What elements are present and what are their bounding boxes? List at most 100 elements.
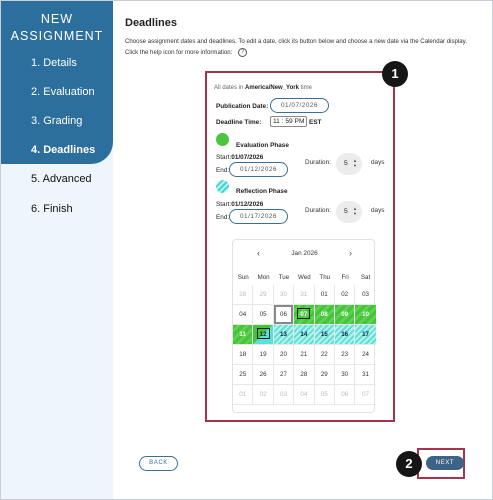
sidebar-item-advanced[interactable]: 5. Advanced xyxy=(31,173,92,185)
calendar-day[interactable]: 20 xyxy=(273,345,295,365)
help-icon[interactable]: ? xyxy=(238,47,248,57)
reflection-start-label: Start: xyxy=(216,201,232,208)
calendar-day[interactable]: 29 xyxy=(314,365,335,385)
reflection-phase-label: Reflection Phase xyxy=(236,188,288,195)
calendar-day-reflection[interactable]: 16 xyxy=(334,325,356,345)
calendar-week-row: 01 02 03 04 05 06 07 xyxy=(233,385,376,405)
reflection-duration-label: Duration: xyxy=(305,207,331,214)
back-button[interactable]: BACK xyxy=(139,456,178,471)
evaluation-end-button[interactable]: 01/12/2026 xyxy=(229,162,288,177)
chevron-right-icon[interactable]: › xyxy=(349,248,352,258)
calendar-day[interactable]: 19 xyxy=(253,345,274,365)
evaluation-days-label: days xyxy=(371,159,385,166)
calendar-week-row: 25 26 27 28 29 30 31 xyxy=(233,365,376,385)
evaluation-start-label: Start: xyxy=(216,154,232,161)
calendar-day-evaluation[interactable]: 08 xyxy=(314,305,335,325)
evaluation-duration-value[interactable]: 5 xyxy=(344,160,348,167)
weekday-label: Fri xyxy=(341,274,349,281)
calendar-day-reflection[interactable]: 17 xyxy=(355,325,376,345)
calendar-day[interactable]: 28 xyxy=(233,285,254,305)
deadlines-panel: All dates in America/New_York time Publi… xyxy=(205,71,395,422)
weekday-label: Wed xyxy=(298,274,311,281)
calendar-day-reflection[interactable]: 13 xyxy=(273,325,295,345)
sidebar: NEW ASSIGNMENT 1. Details 2. Evaluation … xyxy=(1,1,113,499)
sidebar-title-line1: NEW xyxy=(40,12,74,26)
calendar-day-selected[interactable]: 06 xyxy=(273,305,295,325)
calendar-day[interactable]: 30 xyxy=(334,365,356,385)
sidebar-item-evaluation[interactable]: 2. Evaluation xyxy=(31,86,95,98)
calendar-day[interactable]: 03 xyxy=(273,385,295,405)
sidebar-item-details[interactable]: 1. Details xyxy=(31,57,77,69)
calendar-day[interactable]: 30 xyxy=(273,285,295,305)
timezone-value: America/New_York xyxy=(245,85,299,91)
deadline-time-input[interactable]: 11 : 59 PM xyxy=(270,116,308,127)
stepper-arrows-icon[interactable]: ▲ ▼ xyxy=(353,206,357,216)
calendar-day[interactable]: 06 xyxy=(334,385,356,405)
calendar-day[interactable]: 04 xyxy=(294,385,315,405)
stepper-arrows-icon[interactable]: ▲ ▼ xyxy=(353,158,357,168)
calendar-day[interactable]: 28 xyxy=(294,365,315,385)
weekday-label: Sat xyxy=(360,274,371,281)
description-text: Choose assignment dates and deadlines. T… xyxy=(125,38,467,56)
timezone-prefix: All dates in xyxy=(214,85,246,91)
calendar-day-number: 07 xyxy=(297,308,311,319)
calendar-day[interactable]: 01 xyxy=(314,285,335,305)
calendar-day-evaluation[interactable]: 09 xyxy=(334,305,356,325)
weekday-label: Tue xyxy=(278,274,290,281)
calendar-day[interactable]: 05 xyxy=(314,385,335,405)
calendar-day[interactable]: 01 xyxy=(233,385,254,405)
calendar-day-phase-change[interactable]: 12 xyxy=(253,325,274,345)
evaluation-phase-swatch xyxy=(216,133,229,146)
calendar-day[interactable]: 27 xyxy=(273,365,295,385)
evaluation-end-label: End: xyxy=(216,167,230,174)
calendar-day[interactable]: 18 xyxy=(233,345,254,365)
calendar-day-reflection[interactable]: 15 xyxy=(314,325,335,345)
reflection-start: Start:01/12/2026 xyxy=(216,201,263,208)
deadline-ampm[interactable]: PM xyxy=(295,118,305,125)
main-content: Deadlines Choose assignment dates and de… xyxy=(113,1,493,499)
calendar-week-row: 28 29 30 31 01 02 03 xyxy=(233,285,376,305)
calendar-day[interactable]: 02 xyxy=(253,385,274,405)
deadline-time-label: Deadline Time: xyxy=(216,119,262,126)
sidebar-item-deadlines[interactable]: 4. Deadlines xyxy=(31,144,95,156)
sidebar-item-grading[interactable]: 3. Grading xyxy=(31,115,82,127)
calendar-day[interactable]: 22 xyxy=(314,345,335,365)
calendar-day-evaluation[interactable]: 11 xyxy=(233,325,254,345)
calendar-day[interactable]: 24 xyxy=(355,345,376,365)
calendar-weekday-row: Sun Mon Tue Wed Thu Fri Sat xyxy=(233,271,376,285)
deadline-minute[interactable]: 59 xyxy=(285,118,292,125)
evaluation-duration-stepper[interactable]: 5 ▲ ▼ xyxy=(336,153,362,175)
reflection-duration-value[interactable]: 5 xyxy=(344,208,348,215)
calendar-day[interactable]: 31 xyxy=(294,285,315,305)
calendar-day[interactable]: 21 xyxy=(294,345,315,365)
publication-date-label: Publication Date: xyxy=(216,103,269,110)
sidebar-item-finish[interactable]: 6. Finish xyxy=(31,203,73,215)
evaluation-duration-label: Duration: xyxy=(305,159,331,166)
calendar-day[interactable]: 25 xyxy=(233,365,254,385)
calendar-day[interactable]: 29 xyxy=(253,285,274,305)
reflection-end-button[interactable]: 01/17/2026 xyxy=(229,209,288,224)
calendar-day-number: 12 xyxy=(256,328,270,339)
calendar-day-evaluation[interactable]: 07 xyxy=(294,305,315,325)
calendar-day[interactable]: 31 xyxy=(355,365,376,385)
annotation-badge-1: 1 xyxy=(382,61,408,87)
deadline-hour[interactable]: 11 xyxy=(273,118,280,125)
calendar-day[interactable]: 03 xyxy=(355,285,376,305)
calendar-day[interactable]: 23 xyxy=(334,345,356,365)
calendar-day[interactable]: 05 xyxy=(253,305,274,325)
calendar-day[interactable]: 02 xyxy=(334,285,356,305)
evaluation-phase-label: Evaluation Phase xyxy=(236,142,289,149)
calendar-day[interactable]: 04 xyxy=(233,305,254,325)
calendar-day-evaluation[interactable]: 10 xyxy=(355,305,376,325)
next-button[interactable]: NEXT xyxy=(426,456,464,470)
calendar-day[interactable]: 26 xyxy=(253,365,274,385)
calendar-day-reflection[interactable]: 14 xyxy=(294,325,315,345)
evaluation-start: Start:01/07/2026 xyxy=(216,154,263,161)
app-window: NEW ASSIGNMENT 1. Details 2. Evaluation … xyxy=(0,0,493,500)
reflection-duration-stepper[interactable]: 5 ▲ ▼ xyxy=(336,201,362,223)
calendar-week-row: 18 19 20 21 22 23 24 xyxy=(233,345,376,365)
sidebar-header: NEW ASSIGNMENT 1. Details 2. Evaluation … xyxy=(1,1,113,164)
sidebar-title: NEW ASSIGNMENT xyxy=(1,11,113,45)
calendar-day[interactable]: 07 xyxy=(355,385,376,405)
publication-date-button[interactable]: 01/07/2026 xyxy=(270,98,329,113)
